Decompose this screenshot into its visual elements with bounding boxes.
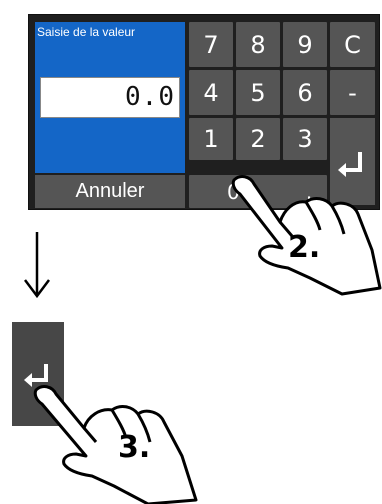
key-2[interactable]: 2 [236,118,280,160]
key-5[interactable]: 5 [236,70,280,115]
key-minus[interactable]: - [330,70,375,115]
key-3[interactable]: 3 [283,118,327,160]
dialog-title: Saisie de la valeur [37,25,136,39]
step-2-label: 2. [288,230,321,265]
step-3-label: 3. [118,430,151,465]
key-7[interactable]: 7 [189,22,233,67]
key-8[interactable]: 8 [236,22,280,67]
down-arrow-icon [24,232,50,299]
key-1[interactable]: 1 [189,118,233,160]
key-4[interactable]: 4 [189,70,233,115]
value-text: 0.0 [125,82,175,112]
key-9[interactable]: 9 [283,22,327,67]
value-input[interactable]: 0.0 [40,77,180,118]
key-clear[interactable]: C [330,22,375,67]
key-6[interactable]: 6 [283,70,327,115]
value-entry-panel: Saisie de la valeur 0.0 [35,22,185,173]
cancel-button[interactable]: Annuler [35,175,185,208]
